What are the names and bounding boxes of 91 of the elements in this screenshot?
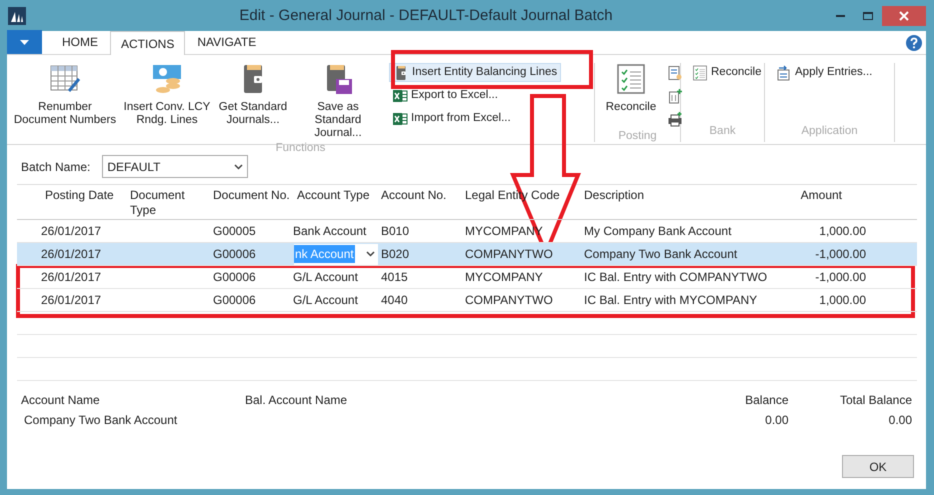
app-logo-icon: [8, 7, 26, 25]
table-cell-text: 4015: [381, 269, 409, 286]
ribbon-button[interactable]: Reconcile: [599, 63, 663, 128]
help-icon[interactable]: [906, 35, 922, 51]
table-cell-text: B020: [381, 246, 410, 263]
field-label: Balance: [745, 392, 788, 409]
close-icon: [899, 11, 909, 21]
table-cell-text: MYCOMPANY: [465, 269, 544, 286]
field-value: 0.00: [765, 412, 788, 429]
ribbon-tab[interactable]: HOME: [50, 30, 110, 54]
column-header[interactable]: Posting Date: [45, 188, 130, 203]
table-cell-text: 1,000.00: [818, 292, 867, 309]
ok-button[interactable]: OK: [842, 455, 914, 478]
close-button[interactable]: [882, 6, 926, 26]
batch-name-dropdown[interactable]: DEFAULT: [102, 155, 248, 178]
table-cell-text: Bank Account: [293, 223, 368, 240]
table-cell-text: G/L Account: [293, 292, 359, 309]
table-cell-text: IC Bal. Entry with COMPANYTWO: [584, 269, 768, 286]
column-header[interactable]: Document No.: [213, 188, 297, 203]
button-label: Renumber Document Numbers: [12, 101, 118, 127]
ribbon-button[interactable]: Export to Excel...: [389, 86, 562, 105]
button-label: Reconcile: [711, 64, 762, 80]
field-value: Company Two Bank Account: [24, 412, 178, 429]
ribbon-tab[interactable]: NAVIGATE: [185, 30, 268, 54]
column-header[interactable]: Account Type: [297, 188, 381, 203]
excel-icon: [392, 88, 408, 104]
button-label: Export to Excel...: [411, 88, 498, 103]
caret-icon: [366, 251, 375, 257]
field-label: Total Balance: [840, 392, 912, 409]
table-cell-text: 26/01/2017: [41, 292, 102, 309]
ribbon-button[interactable]: Insert Entity Balancing Lines: [389, 63, 562, 82]
printer-icon[interactable]: [667, 110, 683, 126]
ribbon-button[interactable]: Reconcile: [689, 63, 764, 82]
table-row[interactable]: 26/01/2017 G00006 G/L Account 4015 MYCOMPANY IC Bal. Entry with COMPANYTWO -1,000.00: [17, 266, 917, 289]
table-cell-text: 26/01/2017: [41, 246, 102, 263]
button-label: Reconcile: [606, 101, 656, 114]
checklist-icon: [615, 63, 647, 95]
table-cell-text: G00006: [213, 246, 257, 263]
table-cell-text: 4040: [381, 292, 409, 309]
table-cell-text: 26/01/2017: [41, 269, 102, 286]
table-cell-text: COMPANYTWO: [465, 292, 554, 309]
ribbon-tab[interactable]: ACTIONS: [110, 31, 186, 55]
table-cell-text: Company Two Bank Account: [584, 246, 738, 263]
field-value: 0.00: [888, 412, 912, 429]
ribbon-button[interactable]: Get Standard Journals...: [215, 63, 291, 140]
group-label: Functions: [276, 141, 326, 156]
caret-icon: [234, 164, 244, 170]
table-cell-text: B010: [381, 223, 410, 240]
column-header[interactable]: Amount: [776, 188, 868, 203]
group-label: Application: [801, 124, 858, 139]
button-label: Import from Excel...: [411, 110, 511, 126]
column-header[interactable]: Description: [584, 188, 776, 203]
document-arrow-icon: [776, 64, 792, 80]
ribbon-button[interactable]: Apply Entries...: [773, 63, 876, 82]
document-plus-icon[interactable]: [667, 88, 683, 104]
window-title: Edit - General Journal - DEFAULT-Default Journal Batch: [238, 6, 614, 26]
button-label: Save as Standard Journal...: [313, 101, 363, 140]
menu-button[interactable]: [7, 30, 42, 54]
button-label: Insert Conv. LCY Rndg. Lines: [122, 101, 212, 127]
button-label: Insert Entity Balancing Lines: [412, 64, 558, 80]
table-row[interactable]: 26/01/2017 G00006 G/L Account 4040 COMPANYTWO IC Bal. Entry with MYCOMPANY 1,000.00: [17, 289, 917, 312]
table-edit-icon: [49, 63, 81, 95]
button-label: Apply Entries...: [795, 64, 872, 80]
group-label: Bank: [709, 124, 736, 139]
table-cell-text: My Company Bank Account: [584, 223, 732, 240]
table-cell-text: 1,000.00: [818, 223, 867, 240]
table-row[interactable]: 26/01/2017 G00006 nk Account B020 COMPANYTWO Company Two Bank Account -1,000.00: [17, 243, 917, 266]
table-cell-text: -1,000.00: [814, 269, 867, 286]
ribbon-button[interactable]: Renumber Document Numbers: [11, 63, 119, 140]
ribbon-button[interactable]: Import from Excel...: [389, 109, 562, 128]
column-header[interactable]: Account No.: [381, 188, 465, 203]
caret-icon: [20, 40, 29, 44]
excel-icon: [392, 110, 408, 126]
coins-icon: [151, 63, 183, 95]
checklist-icon: [692, 64, 708, 80]
column-header[interactable]: Document Type: [130, 188, 213, 218]
table-cell-text: COMPANYTWO: [465, 246, 554, 263]
batch-name-label: Batch Name:: [21, 158, 90, 176]
table-cell-text: 26/01/2017: [41, 223, 102, 240]
ribbon-button[interactable]: Insert Conv. LCY Rndg. Lines: [121, 63, 213, 140]
ribbon-button[interactable]: Save as Standard Journal...: [293, 63, 383, 140]
field-label: Account Name: [21, 392, 101, 409]
field-value: DEFAULT: [107, 158, 160, 176]
document-icon[interactable]: [667, 64, 683, 80]
button-label: Get Standard Journals...: [218, 101, 288, 127]
table-cell-text: IC Bal. Entry with MYCOMPANY: [584, 292, 758, 309]
table-cell-text: -1,000.00: [814, 246, 867, 263]
table-cell-text: G/L Account: [293, 269, 359, 286]
field-label: Bal. Account Name: [245, 392, 348, 409]
group-label: Posting: [618, 129, 657, 144]
table-cell-text: G00005: [213, 223, 257, 240]
